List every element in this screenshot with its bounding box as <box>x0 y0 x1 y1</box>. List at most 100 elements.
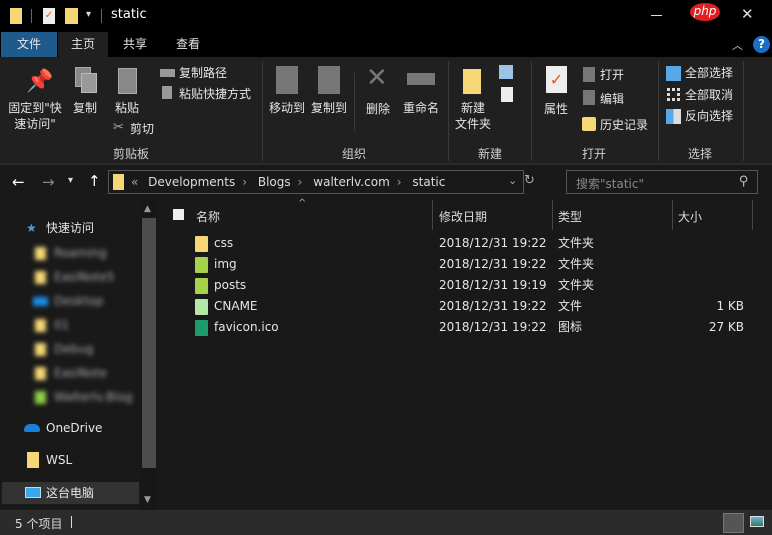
cut-button[interactable]: 剪切 <box>130 121 154 137</box>
sidebar-item-pinned[interactable]: Debug <box>0 338 140 360</box>
edit-button[interactable]: 编辑 <box>600 91 624 107</box>
file-row[interactable]: img 2018/12/31 19:22 文件夹 <box>160 254 772 275</box>
breadcrumb-blogs[interactable]: Blogs <box>258 175 291 189</box>
pin-to-quick-access-button[interactable]: 固定到"快 速访问" <box>4 100 66 132</box>
column-header-type[interactable]: 类型 <box>558 208 582 225</box>
column-divider[interactable] <box>752 200 753 230</box>
column-divider[interactable] <box>552 200 553 230</box>
file-type: 文件夹 <box>558 278 595 292</box>
copy-path-button[interactable]: 复制路径 <box>179 65 227 81</box>
select-all-checkbox[interactable] <box>173 209 184 220</box>
sidebar-item-pinned[interactable]: Desktop <box>0 290 140 312</box>
close-button[interactable]: ✕ <box>741 5 754 23</box>
scrollbar-thumb[interactable] <box>142 218 156 468</box>
tab-view[interactable]: 查看 <box>163 32 213 57</box>
minimize-button[interactable] <box>651 15 662 16</box>
file-row[interactable]: CNAME 2018/12/31 19:22 文件 1 KB <box>160 296 772 317</box>
search-input[interactable]: 搜索"static" <box>576 175 644 192</box>
move-to-icon <box>276 66 298 94</box>
sidebar-item-pinned[interactable]: EasiNote5 <box>0 266 140 288</box>
sidebar-item-label: EasiNote <box>54 366 107 380</box>
sidebar-item-label: Roaming <box>54 246 107 260</box>
breadcrumb-static[interactable]: static <box>412 175 445 189</box>
history-button[interactable]: 历史记录 <box>600 117 648 133</box>
search-box[interactable]: 搜索"static" ⚲ <box>566 170 758 194</box>
divider <box>101 9 102 23</box>
forward-button[interactable]: → <box>42 173 55 191</box>
title-bar: ✓ ▾ static php ✕ <box>0 0 772 32</box>
column-divider[interactable] <box>672 200 673 230</box>
scroll-up-icon[interactable]: ▲ <box>144 204 151 214</box>
file-name: img <box>214 257 237 271</box>
sidebar-item-this-pc[interactable]: 这台电脑 <box>2 482 139 504</box>
sidebar-item-label: Debug <box>54 342 94 356</box>
sidebar-item-label: EasiNote5 <box>54 270 115 284</box>
recent-locations-button[interactable]: ▾ <box>68 175 73 186</box>
onedrive-icon <box>24 424 40 432</box>
easy-access-icon[interactable] <box>501 87 513 102</box>
new-folder-quick-icon[interactable] <box>65 8 78 24</box>
breadcrumb: « Developments › Blogs › walterlv.com › sta… <box>131 175 446 189</box>
breadcrumb-developments[interactable]: Developments <box>148 175 235 189</box>
copy-to-button[interactable]: 复制到 <box>308 100 350 116</box>
column-header-size[interactable]: 大小 <box>678 208 702 225</box>
open-button[interactable]: 打开 <box>600 67 624 83</box>
php-badge: php <box>690 3 720 21</box>
file-icon <box>195 299 208 315</box>
large-icons-view-button[interactable] <box>750 516 764 527</box>
column-header-date[interactable]: 修改日期 <box>439 208 487 225</box>
folder-icon <box>113 174 124 190</box>
paste-button[interactable]: 粘贴 <box>112 100 142 116</box>
new-item-icon[interactable] <box>499 65 513 79</box>
back-button[interactable]: ← <box>12 173 25 191</box>
file-row[interactable]: css 2018/12/31 19:22 文件夹 <box>160 233 772 254</box>
column-divider[interactable] <box>432 200 433 230</box>
open-icon <box>583 67 595 82</box>
breadcrumb-walterlv[interactable]: walterlv.com <box>313 175 389 189</box>
ico-file-icon <box>195 320 208 336</box>
breadcrumb-overflow[interactable]: « <box>131 175 138 189</box>
refresh-icon[interactable]: ↻ <box>524 173 535 188</box>
file-name: favicon.ico <box>214 320 279 334</box>
up-button[interactable]: ↑ <box>88 172 101 190</box>
customize-toolbar-icon[interactable]: ▾ <box>86 9 91 20</box>
tab-file[interactable]: 文件 <box>1 32 57 57</box>
sidebar-item-quick-access[interactable]: ★ 快速访问 <box>0 217 140 239</box>
move-to-button[interactable]: 移动到 <box>266 100 308 116</box>
scroll-down-icon[interactable]: ▼ <box>144 495 151 505</box>
paste-shortcut-button[interactable]: 粘贴快捷方式 <box>179 86 251 102</box>
properties-button[interactable]: 属性 <box>540 101 572 117</box>
new-folder-label-line1: 新建 <box>460 101 485 115</box>
properties-quick-icon[interactable]: ✓ <box>43 8 55 24</box>
column-header-name[interactable]: 名称 <box>196 208 220 225</box>
file-row[interactable]: posts 2018/12/31 19:19 文件夹 <box>160 275 772 296</box>
select-none-button[interactable]: 全部取消 <box>685 87 733 103</box>
tab-share[interactable]: 共享 <box>110 32 160 57</box>
sidebar-item-label: OneDrive <box>46 421 103 435</box>
sidebar-item-pinned[interactable]: EasiNote <box>0 362 140 384</box>
sidebar-item-pinned[interactable]: 01 <box>0 314 140 336</box>
file-date: 2018/12/31 19:22 <box>439 299 547 313</box>
sidebar-item-wsl[interactable]: WSL <box>0 449 140 471</box>
delete-button[interactable]: 删除 <box>363 101 393 117</box>
help-icon[interactable]: ? <box>753 36 770 53</box>
sidebar-item-pinned[interactable]: Walterlv.Blog <box>0 386 140 408</box>
collapse-ribbon-icon[interactable]: ︿ <box>732 37 743 53</box>
address-dropdown-icon[interactable]: ⌄ <box>508 174 517 187</box>
rename-button[interactable]: 重命名 <box>400 100 442 116</box>
details-view-button[interactable] <box>723 513 744 533</box>
sidebar-item-onedrive[interactable]: OneDrive <box>0 417 140 439</box>
select-all-button[interactable]: 全部选择 <box>685 65 733 81</box>
sidebar-scrollbar[interactable]: ▲ ▼ <box>141 200 157 510</box>
copy-button[interactable]: 复制 <box>70 100 100 116</box>
new-folder-button[interactable]: 新建 文件夹 <box>452 100 494 132</box>
invert-selection-button[interactable]: 反向选择 <box>685 108 733 124</box>
group-separator <box>262 61 263 161</box>
tab-home[interactable]: 主页 <box>58 32 108 57</box>
status-bar: 5 个项目 <box>0 510 772 535</box>
ribbon-tabs: 文件 主页 共享 查看 ︿ ? <box>0 32 772 57</box>
pin-label-line1: 固定到"快 <box>8 101 62 115</box>
address-bar[interactable]: « Developments › Blogs › walterlv.com › sta… <box>108 170 535 194</box>
sidebar-item-pinned[interactable]: Roaming <box>0 242 140 264</box>
file-row[interactable]: favicon.ico 2018/12/31 19:22 图标 27 KB <box>160 317 772 338</box>
